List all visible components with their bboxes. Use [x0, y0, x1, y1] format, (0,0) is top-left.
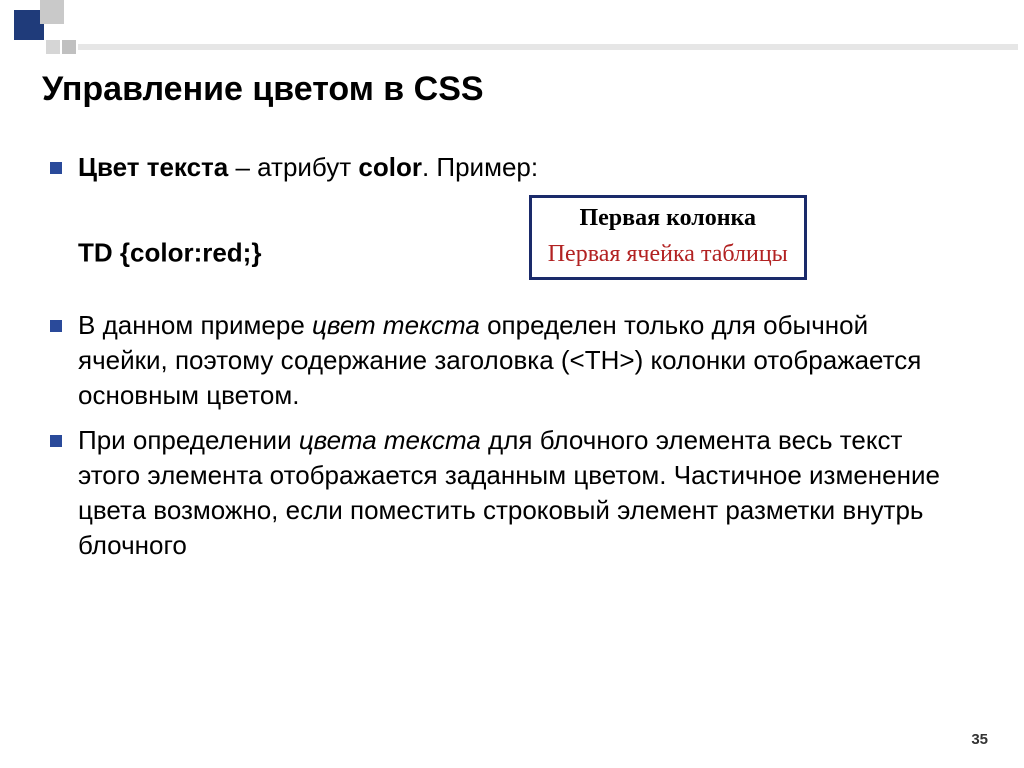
bullet-2-pre: В данном примере: [78, 310, 312, 340]
bullet-2-em: цвет текста: [312, 310, 480, 340]
slide: Управление цветом в CSS Цвет текста – ат…: [0, 0, 1024, 768]
deco-square-medium: [40, 0, 64, 24]
bullet-list: Цвет текста – атрибут color. Пример: TD …: [42, 150, 962, 564]
example-td: Первая ячейка таблицы: [532, 236, 804, 276]
bullet-2: В данном примере цвет текста определен т…: [42, 308, 962, 413]
bullet-1-attr: color: [358, 152, 422, 182]
deco-square-small-2: [62, 40, 76, 54]
bullet-3-em: цвета текста: [299, 425, 481, 455]
bullet-1-code: TD {color:red;}: [78, 237, 261, 267]
bullet-1-term: Цвет текста: [78, 152, 228, 182]
example-table: Первая колонка Первая ячейка таблицы: [529, 195, 807, 280]
example-th: Первая колонка: [532, 198, 804, 236]
page-number: 35: [971, 731, 988, 748]
bullet-1-mid: – атрибут: [228, 152, 358, 182]
deco-square-small-1: [46, 40, 60, 54]
slide-content: Цвет текста – атрибут color. Пример: TD …: [42, 150, 962, 574]
slide-title: Управление цветом в CSS: [42, 70, 484, 109]
bullet-3: При определении цвета текста для блочног…: [42, 423, 962, 563]
bullet-3-pre: При определении: [78, 425, 299, 455]
deco-strip: [78, 44, 1018, 50]
bullet-1-tail: . Пример:: [422, 152, 538, 182]
bullet-1: Цвет текста – атрибут color. Пример: TD …: [42, 150, 962, 298]
